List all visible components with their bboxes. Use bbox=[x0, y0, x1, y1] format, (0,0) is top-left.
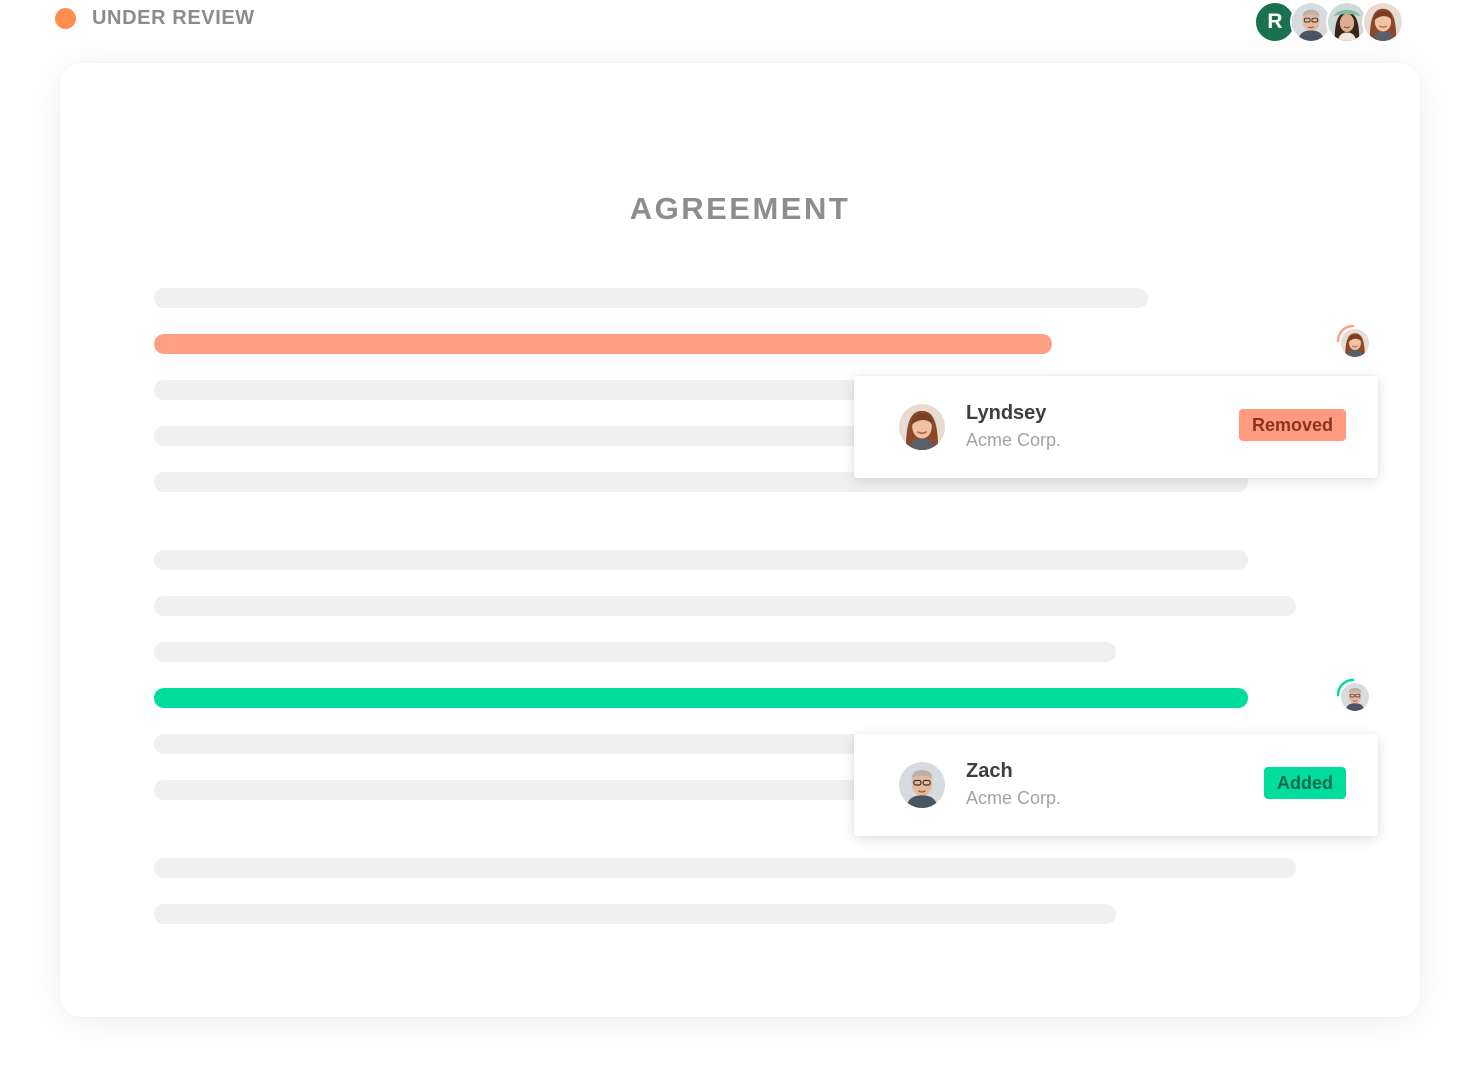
status-label: UNDER REVIEW bbox=[92, 6, 255, 29]
user-photo-woman-auburn-icon[interactable] bbox=[1362, 1, 1404, 43]
removed-text-line[interactable] bbox=[154, 334, 1052, 354]
document-review-view: UNDER REVIEW R AGREEMENT Lyndsey Acme Co… bbox=[0, 0, 1468, 1086]
change-author-org: Acme Corp. bbox=[966, 788, 1062, 808]
change-card-removed[interactable]: Lyndsey Acme Corp. Removed bbox=[854, 376, 1378, 478]
text-line-placeholder bbox=[154, 288, 1148, 308]
added-status-badge: Added bbox=[1264, 767, 1346, 799]
text-line-placeholder bbox=[154, 858, 1296, 878]
collaborator-avatars[interactable]: R bbox=[1254, 1, 1404, 43]
change-author-org: Acme Corp. bbox=[966, 430, 1062, 450]
change-author-name: Zach bbox=[966, 760, 1013, 782]
text-line-placeholder bbox=[154, 596, 1296, 616]
document-card: AGREEMENT Lyndsey Acme Corp. Removed Zac… bbox=[60, 63, 1420, 1017]
text-line-placeholder bbox=[154, 550, 1248, 570]
review-status: UNDER REVIEW bbox=[55, 6, 255, 30]
removed-status-badge: Removed bbox=[1238, 409, 1346, 441]
text-line-placeholder bbox=[154, 642, 1116, 662]
status-indicator-dot bbox=[55, 7, 76, 29]
text-line-placeholder bbox=[154, 904, 1116, 924]
added-text-line[interactable] bbox=[154, 688, 1248, 708]
user-photo-man-glasses-icon bbox=[899, 762, 945, 808]
user-photo-woman-auburn-icon bbox=[899, 404, 945, 450]
document-title: AGREEMENT bbox=[629, 191, 851, 226]
removed-change-marker[interactable] bbox=[1334, 322, 1372, 360]
added-change-marker[interactable] bbox=[1334, 676, 1372, 714]
change-author-name: Lyndsey bbox=[966, 402, 1047, 424]
change-card-added[interactable]: Zach Acme Corp. Added bbox=[854, 734, 1378, 836]
